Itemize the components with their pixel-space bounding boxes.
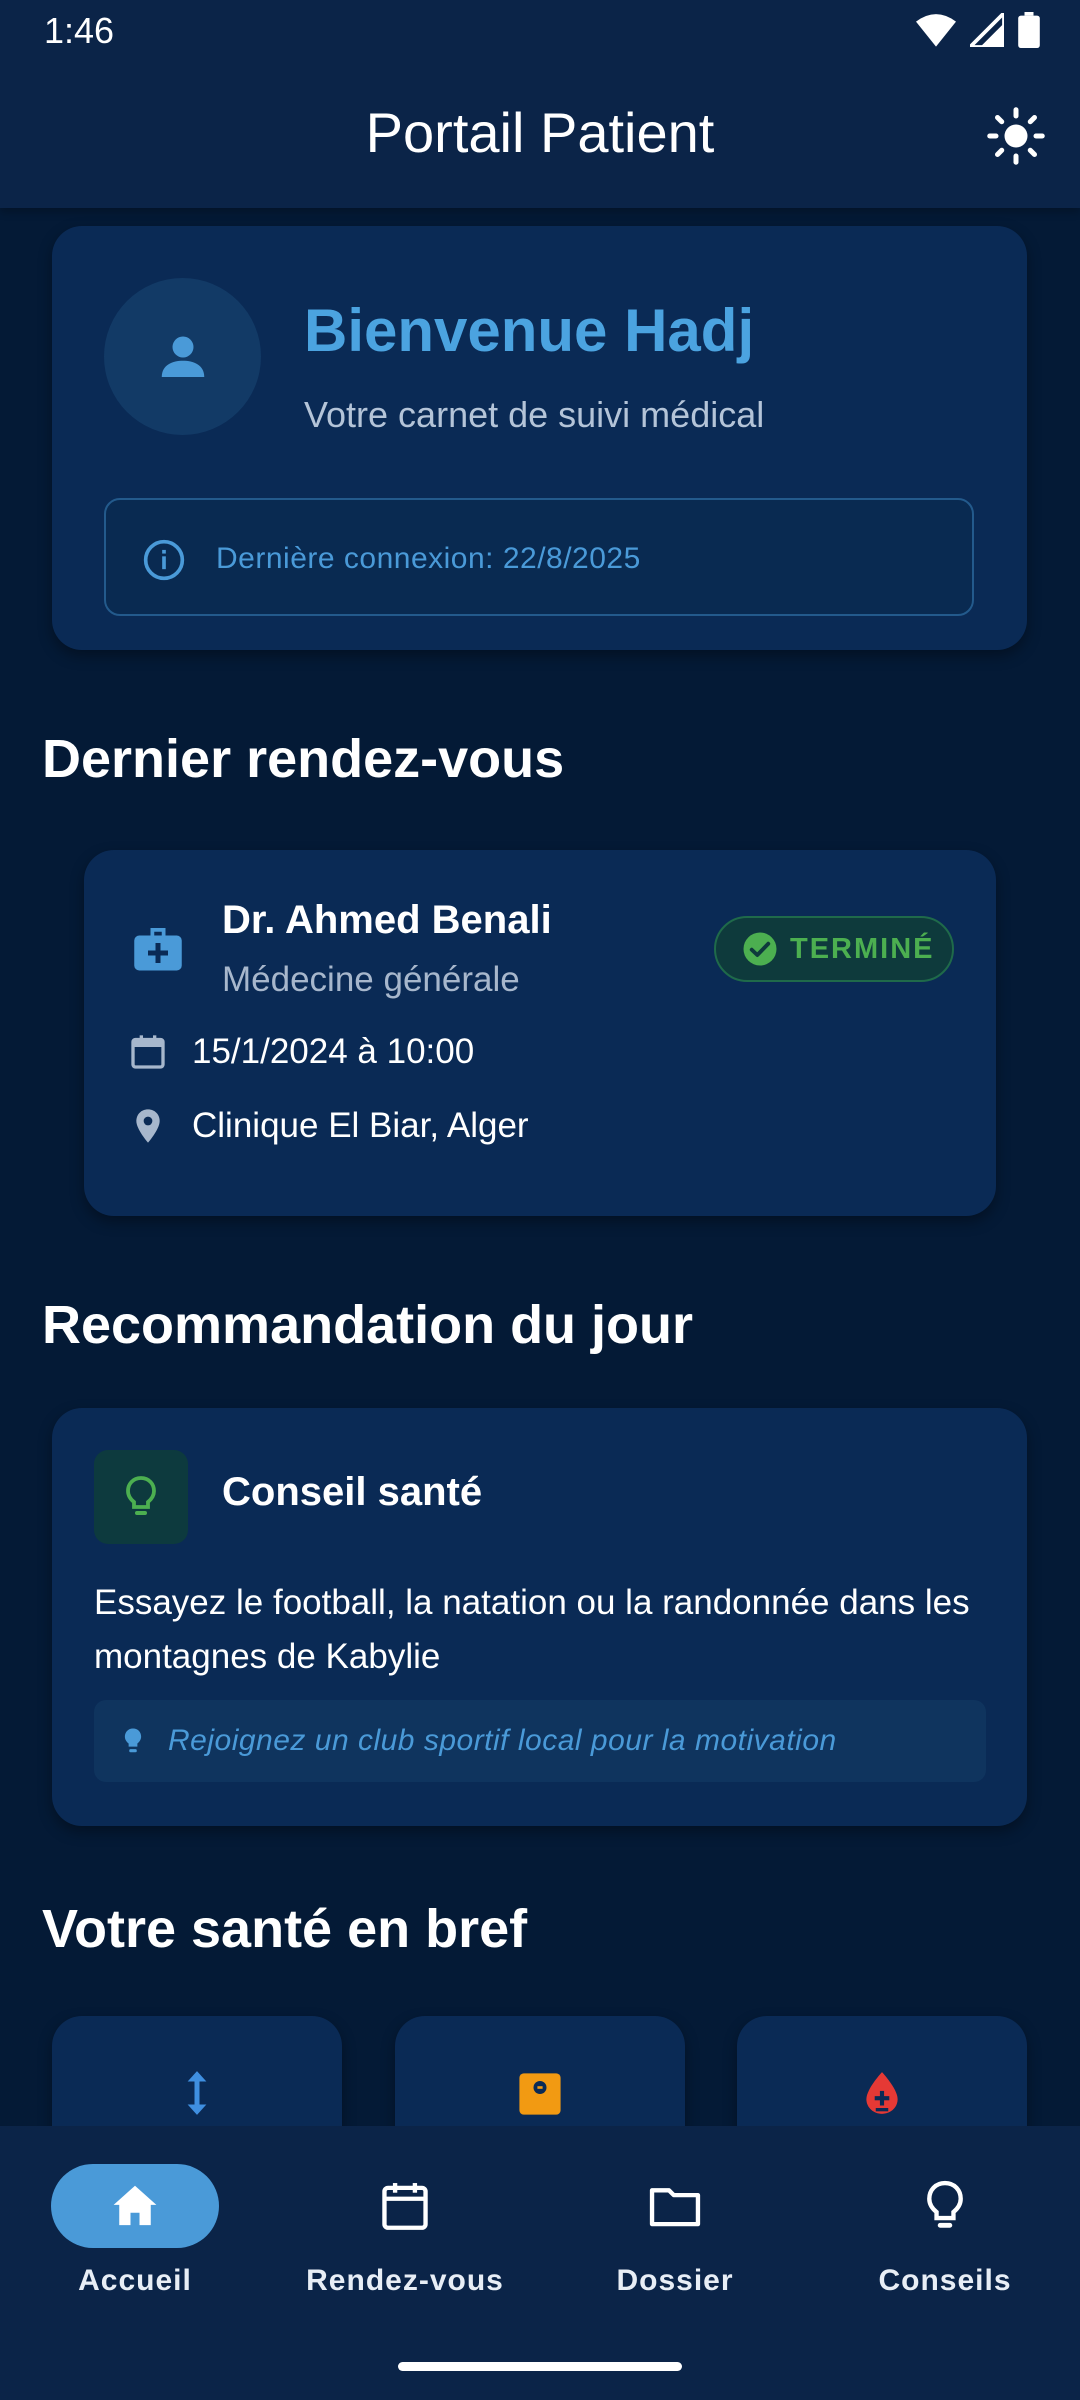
recommendation-card: Conseil santé Essayez le football, la na… (52, 1408, 1027, 1826)
appointment-datetime-row: 15/1/2024 à 10:00 (128, 1032, 474, 1072)
nav-item-accueil[interactable]: Accueil (0, 2164, 270, 2298)
info-icon (143, 539, 185, 581)
status-time: 1:46 (44, 10, 115, 51)
wifi-icon (916, 14, 956, 47)
folder-icon (649, 2188, 701, 2227)
location-pin-icon (136, 1109, 160, 1143)
nav-item-conseils[interactable]: Conseils (810, 2164, 1080, 2298)
home-icon (113, 2185, 157, 2226)
welcome-card: Bienvenue Hadj Votre carnet de suivi méd… (52, 226, 1027, 650)
sun-icon[interactable] (986, 106, 1046, 166)
nav-item-rendez-vous[interactable]: Rendez-vous (270, 2164, 540, 2298)
health-card-height[interactable] (52, 2016, 342, 2126)
appointment-location: Clinique El Biar, Alger (192, 1106, 529, 1145)
bottom-navigation: Accueil Rendez-vous Dossier Conseils (0, 2126, 1080, 2400)
avatar (104, 278, 261, 435)
status-badge: TERMINÉ (714, 916, 954, 982)
recommendation-tip-text: Rejoignez un club sportif local pour la … (168, 1724, 837, 1757)
health-card-weight[interactable] (395, 2016, 685, 2126)
lightbulb-small-icon (124, 1728, 142, 1753)
last-login-text: Dernière connexion: 22/8/2025 (216, 542, 641, 575)
recommendation-title: Conseil santé (222, 1470, 483, 1514)
status-badge-label: TERMINÉ (790, 932, 935, 965)
welcome-title: Bienvenue Hadj (304, 297, 755, 364)
nav-pill-active (51, 2164, 219, 2248)
app-header: 1:46 Portail Patient (0, 0, 1080, 208)
medical-bag-icon (134, 928, 182, 971)
section-title-health-summary: Votre santé en bref (42, 1899, 528, 1959)
scroll-content[interactable]: Bienvenue Hadj Votre carnet de suivi méd… (0, 208, 1080, 2126)
battery-icon (1018, 12, 1040, 48)
nav-label-rendez-vous: Rendez-vous (306, 2264, 504, 2297)
section-title-last-appointment: Dernier rendez-vous (42, 729, 565, 789)
home-indicator[interactable] (398, 2362, 682, 2371)
doctor-name: Dr. Ahmed Benali (222, 898, 552, 942)
health-card-blood[interactable] (737, 2016, 1027, 2126)
signal-icon (970, 13, 1004, 47)
nav-label-dossier: Dossier (616, 2264, 734, 2297)
status-icons (916, 12, 1040, 48)
lightbulb-nav-icon (927, 2180, 963, 2228)
appointment-datetime: 15/1/2024 à 10:00 (192, 1032, 475, 1071)
recommendation-text: Essayez le football, la natation ou la r… (94, 1583, 970, 1676)
recommendation-tip: Rejoignez un club sportif local pour la … (94, 1700, 986, 1782)
height-icon (187, 2071, 207, 2115)
welcome-subtitle: Votre carnet de suivi médical (304, 394, 765, 435)
recommendation-icon-box (94, 1450, 188, 1544)
doctor-specialty: Médecine générale (222, 960, 520, 999)
nav-item-dossier[interactable]: Dossier (540, 2164, 810, 2298)
blood-drop-icon (866, 2072, 898, 2114)
scale-icon (519, 2073, 561, 2115)
calendar-icon (131, 1035, 165, 1069)
page-title: Portail Patient (365, 101, 715, 164)
nav-label-conseils: Conseils (878, 2264, 1012, 2297)
last-login-banner: Dernière connexion: 22/8/2025 (104, 498, 974, 616)
appointment-location-row: Clinique El Biar, Alger (128, 1106, 529, 1146)
calendar-nav-icon (382, 2183, 428, 2230)
person-icon (161, 336, 204, 377)
nav-label-accueil: Accueil (78, 2264, 192, 2297)
section-title-recommendation: Recommandation du jour (42, 1295, 694, 1355)
check-circle-icon (743, 932, 777, 966)
appointment-card[interactable]: Dr. Ahmed Benali Médecine générale TERMI… (84, 850, 996, 1216)
lightbulb-icon (126, 1476, 156, 1515)
